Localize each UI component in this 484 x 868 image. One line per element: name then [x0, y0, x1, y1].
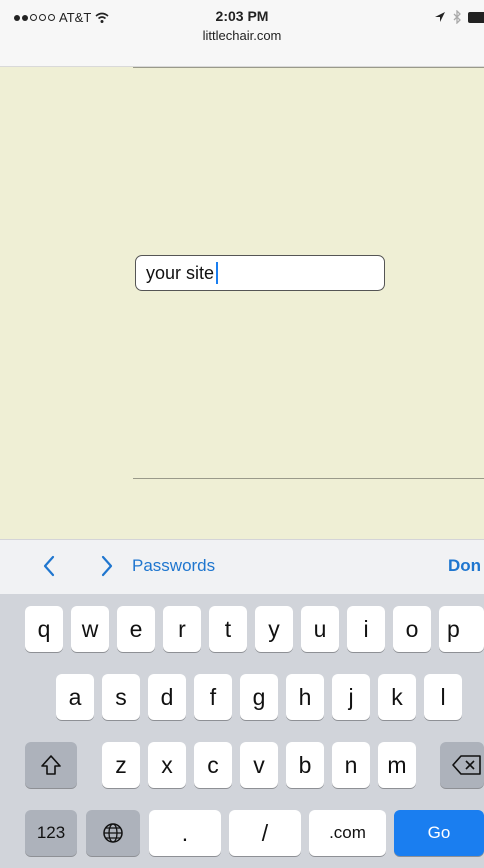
period-key[interactable]: . — [149, 810, 221, 856]
status-right-group — [434, 10, 484, 24]
key-g[interactable]: g — [240, 674, 278, 720]
key-x[interactable]: x — [148, 742, 186, 788]
divider-top — [133, 67, 484, 68]
backspace-icon — [452, 755, 481, 775]
web-content: your site — [0, 67, 484, 539]
text-caret — [216, 262, 219, 284]
key-y[interactable]: y — [255, 606, 293, 652]
numbers-key[interactable]: 123 — [25, 810, 77, 856]
key-k[interactable]: k — [378, 674, 416, 720]
divider-bottom — [133, 478, 484, 479]
key-q[interactable]: q — [25, 606, 63, 652]
delete-key[interactable] — [440, 742, 484, 788]
key-t[interactable]: t — [209, 606, 247, 652]
keyboard: q w e r t y u i o p a s d f g h j k l z … — [0, 594, 484, 868]
slash-key[interactable]: / — [229, 810, 301, 856]
key-o[interactable]: o — [393, 606, 431, 652]
key-z[interactable]: z — [102, 742, 140, 788]
passwords-button[interactable]: Passwords — [132, 556, 215, 576]
status-bar: AT&T 2:03 PM littlechair.com — [0, 0, 484, 67]
key-b[interactable]: b — [286, 742, 324, 788]
key-j[interactable]: j — [332, 674, 370, 720]
shift-key[interactable] — [25, 742, 77, 788]
safari-window: AT&T 2:03 PM littlechair.com your site P… — [0, 0, 484, 868]
location-arrow-icon — [435, 12, 445, 22]
key-f[interactable]: f — [194, 674, 232, 720]
key-p[interactable]: p — [439, 606, 484, 652]
key-s[interactable]: s — [102, 674, 140, 720]
bluetooth-icon — [453, 10, 461, 24]
go-key[interactable]: Go — [394, 810, 484, 856]
next-field-chevron-icon[interactable] — [94, 553, 118, 579]
key-v[interactable]: v — [240, 742, 278, 788]
key-a[interactable]: a — [56, 674, 94, 720]
key-m[interactable]: m — [378, 742, 416, 788]
address-bar-url[interactable]: littlechair.com — [0, 28, 484, 43]
dotcom-key[interactable]: .com — [309, 810, 386, 856]
key-h[interactable]: h — [286, 674, 324, 720]
globe-icon — [103, 823, 123, 843]
battery-icon — [468, 11, 484, 23]
previous-field-chevron-icon[interactable] — [38, 553, 62, 579]
key-l[interactable]: l — [424, 674, 462, 720]
key-r[interactable]: r — [163, 606, 201, 652]
key-d[interactable]: d — [148, 674, 186, 720]
site-input[interactable]: your site — [135, 255, 385, 291]
shift-arrow-icon — [41, 755, 61, 775]
status-time: 2:03 PM — [215, 8, 269, 24]
site-input-value: your site — [146, 262, 215, 283]
key-w[interactable]: w — [71, 606, 109, 652]
key-n[interactable]: n — [332, 742, 370, 788]
key-u[interactable]: u — [301, 606, 339, 652]
globe-key[interactable] — [86, 810, 140, 856]
form-accessory-bar: Passwords Don — [0, 539, 484, 594]
done-button[interactable]: Don — [448, 556, 481, 576]
key-e[interactable]: e — [117, 606, 155, 652]
key-c[interactable]: c — [194, 742, 232, 788]
key-i[interactable]: i — [347, 606, 385, 652]
